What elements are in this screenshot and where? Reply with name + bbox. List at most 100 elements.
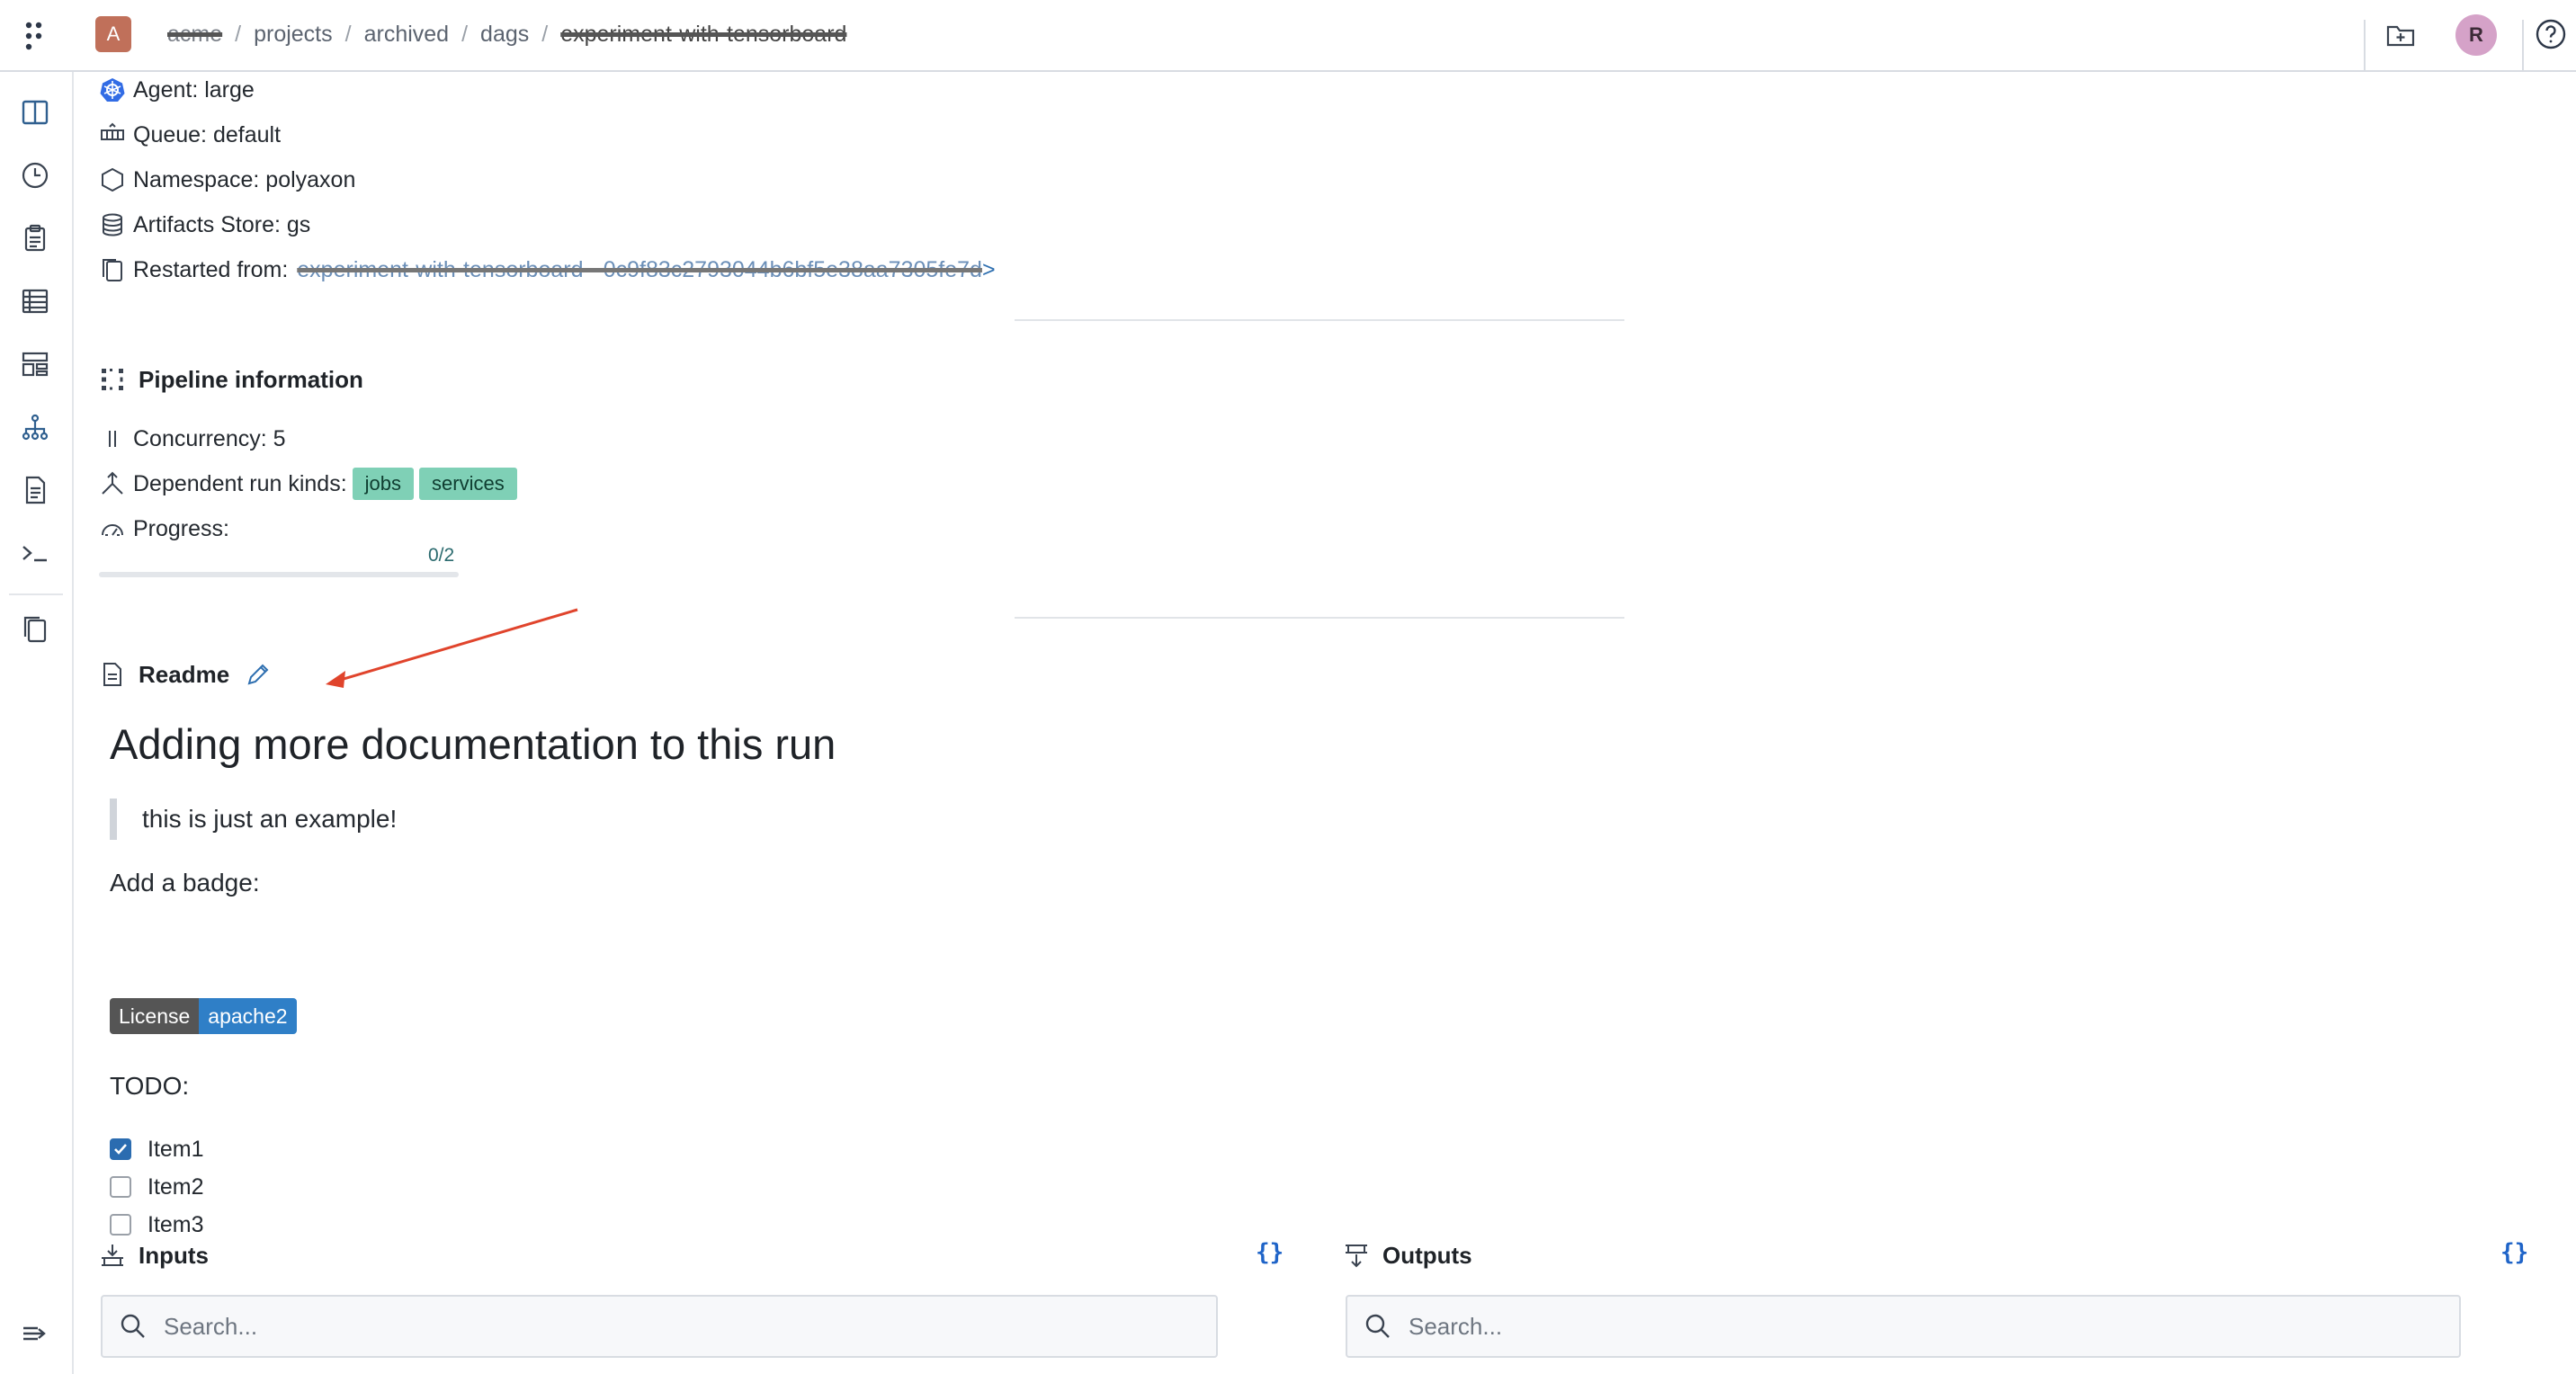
todo-label: Item3 bbox=[148, 1211, 204, 1237]
todo-label: Item1 bbox=[148, 1136, 204, 1162]
readme-h1: Adding more documentation to this run bbox=[110, 720, 836, 768]
namespace-row: Namespace: polyaxon bbox=[99, 162, 355, 198]
history-clock-icon[interactable] bbox=[20, 160, 50, 191]
split-view-icon[interactable] bbox=[20, 97, 50, 128]
concurrency-text: Concurrency: 5 bbox=[133, 425, 286, 451]
readme-title: Readme bbox=[99, 656, 271, 692]
breadcrumb-archived[interactable]: archived bbox=[364, 22, 450, 48]
breadcrumb-projects[interactable]: projects bbox=[254, 22, 333, 48]
queue-icon bbox=[99, 121, 126, 148]
todo-label: Item2 bbox=[148, 1173, 204, 1200]
dependent-kinds-row: Dependent run kinds: jobs services bbox=[99, 466, 517, 502]
outputs-json-view-button[interactable]: {} bbox=[2500, 1239, 2528, 1266]
progress-label: Progress: bbox=[133, 515, 229, 541]
inputs-search bbox=[101, 1295, 1218, 1358]
breadcrumb-separator: / bbox=[541, 21, 549, 47]
section-divider bbox=[1015, 319, 1624, 321]
breadcrumb-separator: / bbox=[461, 21, 469, 47]
section-divider bbox=[1015, 617, 1624, 619]
concurrency-row: Concurrency: 5 bbox=[99, 421, 286, 457]
restarted-from-link-caret[interactable]: > bbox=[982, 257, 996, 283]
progress-bar bbox=[99, 572, 459, 577]
search-icon bbox=[1364, 1312, 1392, 1341]
restarted-from-row: Restarted from: experiment-with-tensorbo… bbox=[99, 252, 996, 288]
dependent-kinds-label: Dependent run kinds: bbox=[133, 470, 347, 496]
readme-blockquote: this is just an example! bbox=[110, 799, 397, 840]
outputs-search bbox=[1346, 1295, 2461, 1358]
gauge-icon bbox=[99, 515, 126, 542]
breadcrumb-separator: / bbox=[235, 21, 242, 47]
todo-item: Item3 bbox=[110, 1209, 204, 1241]
outputs-search-input[interactable] bbox=[1407, 1311, 2300, 1342]
progress-row: Progress: bbox=[99, 511, 229, 547]
inputs-search-input[interactable] bbox=[162, 1311, 1057, 1342]
org-avatar[interactable]: A bbox=[95, 16, 131, 52]
license-badge-label: License bbox=[110, 998, 200, 1034]
inputs-title: Inputs bbox=[99, 1237, 209, 1273]
fork-icon bbox=[99, 470, 126, 497]
readme-todo-title: TODO: bbox=[110, 1072, 190, 1100]
topbar-divider bbox=[2364, 20, 2366, 70]
artifacts-store-text: Artifacts Store: gs bbox=[133, 211, 311, 237]
artifacts-store-row: Artifacts Store: gs bbox=[99, 207, 310, 243]
user-avatar[interactable]: R bbox=[2455, 14, 2497, 56]
todo-checkbox[interactable] bbox=[110, 1176, 131, 1198]
todo-item: Item2 bbox=[110, 1171, 204, 1203]
apps-grid-icon[interactable] bbox=[23, 20, 47, 52]
database-icon bbox=[99, 211, 126, 238]
pipeline-icon bbox=[99, 366, 126, 393]
sidebar bbox=[0, 72, 74, 1374]
outputs-title: Outputs bbox=[1343, 1237, 1472, 1273]
inputs-heading: Inputs bbox=[139, 1241, 209, 1269]
readme-badge-intro: Add a badge: bbox=[110, 869, 260, 897]
inputs-icon bbox=[99, 1242, 126, 1269]
breadcrumb-dags[interactable]: dags bbox=[480, 22, 529, 48]
inputs-json-view-button[interactable]: {} bbox=[1256, 1239, 1284, 1266]
queue-text: Queue: default bbox=[133, 121, 282, 147]
namespace-text: Namespace: polyaxon bbox=[133, 166, 356, 192]
hexagon-icon bbox=[99, 166, 126, 193]
breadcrumb-run[interactable]: experiment-with-tensorboard bbox=[560, 22, 846, 48]
copy-icon bbox=[99, 256, 126, 283]
dag-graph-icon[interactable] bbox=[20, 412, 50, 442]
readme-heading: Readme bbox=[139, 660, 230, 688]
pipeline-info-heading: Pipeline information bbox=[139, 365, 363, 393]
pipeline-info-title: Pipeline information bbox=[99, 361, 363, 397]
edit-pencil-icon[interactable] bbox=[246, 662, 271, 687]
sidebar-divider bbox=[9, 593, 63, 595]
copy-files-icon[interactable] bbox=[20, 613, 50, 644]
restarted-from-label: Restarted from: bbox=[133, 256, 289, 282]
logs-document-icon[interactable] bbox=[20, 475, 50, 505]
todo-checkbox[interactable] bbox=[110, 1214, 131, 1236]
main-content: Agent: large Queue: default Namespace: p… bbox=[99, 72, 2545, 1374]
document-icon bbox=[99, 661, 126, 688]
outputs-heading: Outputs bbox=[1382, 1241, 1472, 1269]
kind-tag-services: services bbox=[419, 468, 517, 500]
topbar-divider bbox=[2522, 20, 2524, 70]
table-icon[interactable] bbox=[20, 286, 50, 317]
license-badge: License apache2 bbox=[110, 998, 297, 1034]
parallel-bars-icon bbox=[99, 425, 126, 452]
collapse-sidebar-icon[interactable] bbox=[20, 1318, 50, 1349]
top-bar: A acme / projects / archived / dags / ex… bbox=[0, 0, 2576, 72]
breadcrumb-org[interactable]: acme bbox=[167, 22, 222, 48]
dashboard-icon[interactable] bbox=[20, 349, 50, 379]
todo-item: Item1 bbox=[110, 1133, 204, 1165]
todo-checkbox[interactable] bbox=[110, 1138, 131, 1160]
search-icon bbox=[119, 1312, 148, 1341]
progress-count: 0/2 bbox=[428, 545, 455, 566]
agent-row: Agent: large bbox=[99, 72, 255, 108]
license-badge-value: apache2 bbox=[199, 998, 297, 1034]
new-folder-icon[interactable] bbox=[2385, 20, 2416, 50]
terminal-icon[interactable] bbox=[20, 538, 50, 568]
help-icon[interactable] bbox=[2535, 18, 2567, 50]
outputs-icon bbox=[1343, 1242, 1370, 1269]
agent-text: Agent: large bbox=[133, 76, 255, 103]
queue-row: Queue: default bbox=[99, 117, 281, 153]
kubernetes-icon bbox=[99, 76, 126, 103]
kind-tag-jobs: jobs bbox=[352, 468, 415, 500]
breadcrumb: acme / projects / archived / dags / expe… bbox=[167, 18, 846, 50]
restarted-from-link[interactable]: experiment-with-tensorboard - 0c9f83c279… bbox=[297, 257, 982, 283]
breadcrumb-separator: / bbox=[344, 21, 352, 47]
clipboard-icon[interactable] bbox=[20, 223, 50, 254]
